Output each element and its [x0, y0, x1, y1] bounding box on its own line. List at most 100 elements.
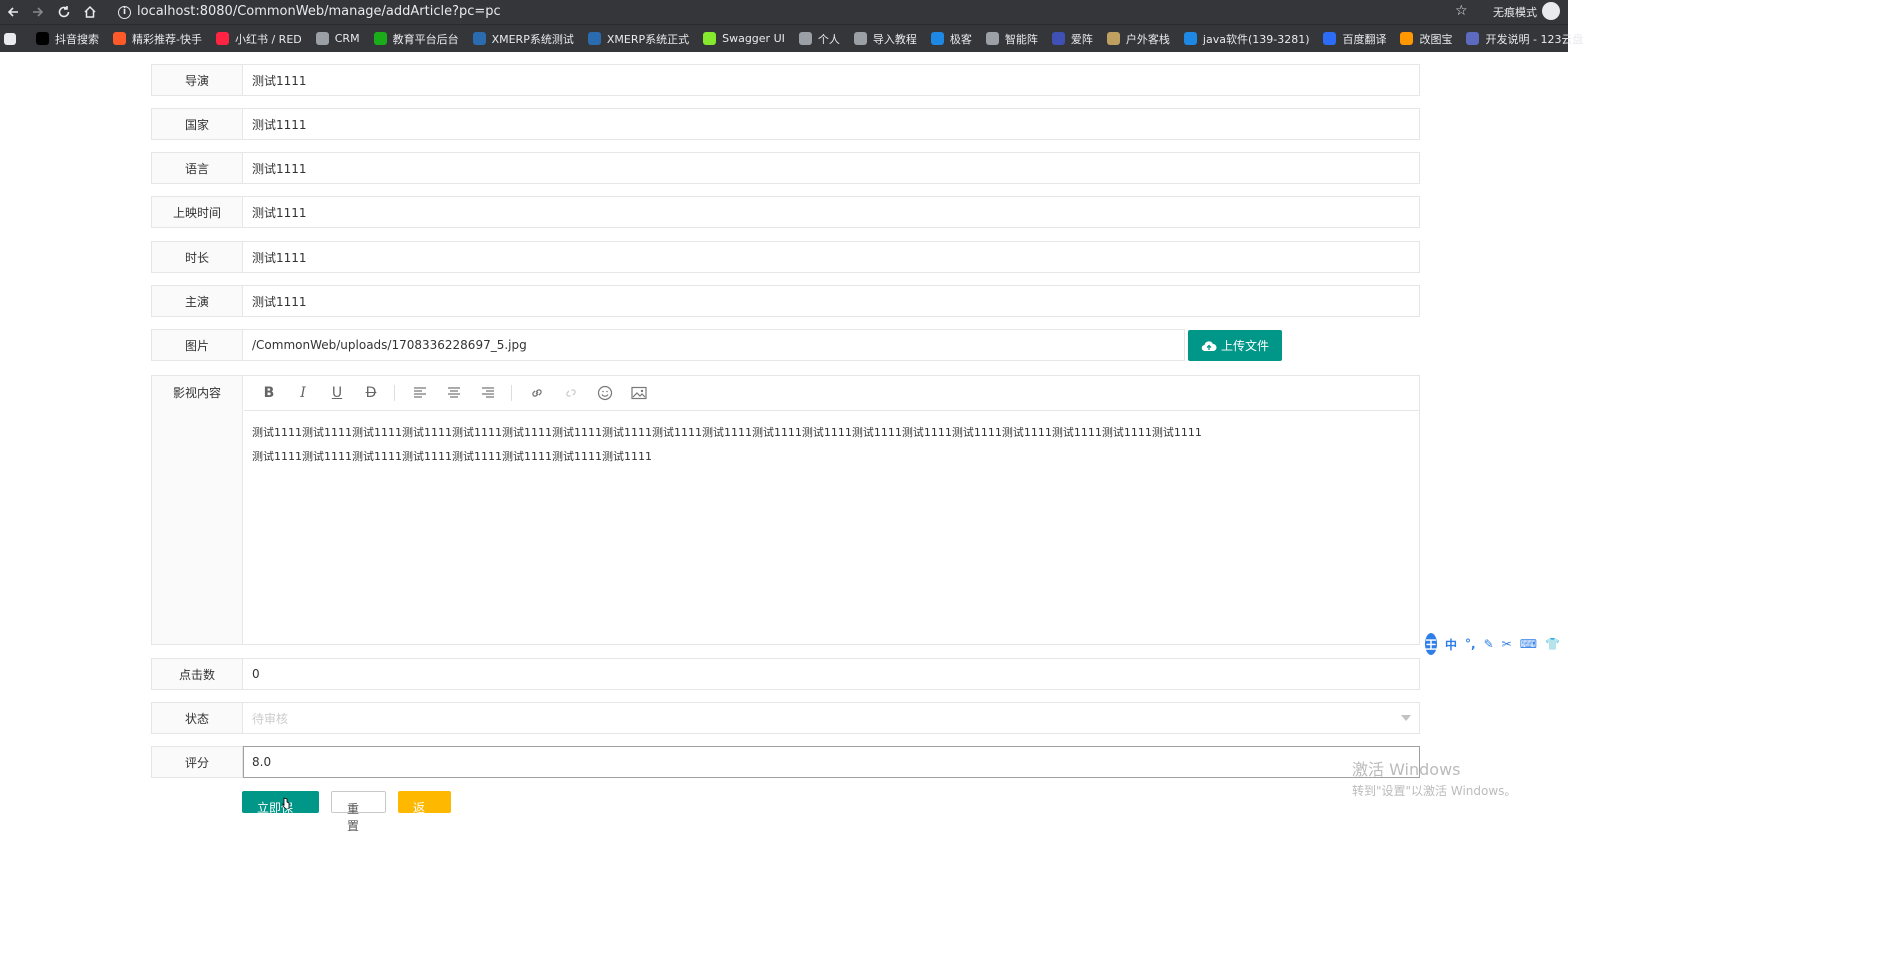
ime-logo-icon[interactable]: 王	[1425, 633, 1438, 655]
field-row-country: 国家 测试1111	[151, 108, 1420, 140]
clicks-input[interactable]: 0	[252, 659, 260, 689]
rating-input[interactable]: 8.0	[252, 747, 271, 777]
incognito-icon[interactable]	[1542, 2, 1560, 20]
incognito-label[interactable]: 无痕模式	[1493, 4, 1537, 20]
bookmark-item[interactable]: 精彩推荐-快手	[113, 31, 202, 47]
address-bar[interactable]: i localhost:8080/CommonWeb/manage/addArt…	[118, 3, 501, 21]
emoji-icon[interactable]	[594, 382, 616, 404]
content-editor[interactable]: 测试1111测试1111测试1111测试1111测试1111测试1111测试11…	[252, 421, 1411, 469]
field-row-director: 导演 测试1111	[151, 64, 1420, 96]
align-center-icon[interactable]	[443, 382, 465, 404]
url-text: localhost:8080/CommonWeb/manage/addArtic…	[137, 4, 501, 19]
back-button[interactable]: 返回	[398, 791, 451, 832]
field-row-image: 图片 /CommonWeb/uploads/1708336228697_5.jp…	[151, 329, 1185, 361]
bookmark-item[interactable]: 教育平台后台	[373, 31, 459, 47]
unlink-icon[interactable]	[560, 382, 582, 404]
focus-ring	[243, 746, 1420, 778]
bookmark-favicon-icon	[1400, 32, 1414, 45]
field-label: 时长	[152, 242, 243, 272]
italic-icon[interactable]: I	[292, 382, 314, 404]
field-label: 上映时间	[152, 197, 243, 227]
link-icon[interactable]	[526, 382, 548, 404]
align-right-icon[interactable]	[477, 382, 499, 404]
field-row-rating: 评分 8.0	[151, 746, 1420, 778]
bookmark-item[interactable]: 开发说明 - 123云盘	[1466, 31, 1583, 47]
field-label: 主演	[152, 286, 243, 316]
director-input[interactable]: 测试1111	[252, 65, 307, 95]
bookmark-favicon-icon	[798, 32, 812, 45]
bookmark-label: 爱阵	[1070, 32, 1093, 46]
release-date-input[interactable]: 测试1111	[252, 197, 307, 227]
bookmark-item[interactable]: 小红书 / RED	[215, 31, 302, 47]
home-icon[interactable]	[81, 3, 99, 21]
bookmark-item[interactable]: 户外客栈	[1106, 31, 1170, 47]
align-left-icon[interactable]	[409, 382, 431, 404]
reload-icon[interactable]	[55, 3, 73, 21]
bookmark-label: 个人	[817, 32, 840, 46]
bold-icon[interactable]: B	[258, 382, 280, 404]
bookmark-item[interactable]: 极客	[930, 31, 972, 47]
bookmark-item[interactable]: Swagger UI	[703, 32, 785, 45]
windows-activation-watermark: 激活 Windows 转到"设置"以激活 Windows。	[1352, 756, 1516, 799]
bookmark-item[interactable]: CRM	[315, 32, 360, 45]
ime-scissors-icon[interactable]: ✂	[1502, 637, 1512, 651]
bookmark-item[interactable]: XMERP系统正式	[587, 31, 689, 47]
content-editor-row: 影视内容 B I U D 测试1111测试1111测试1111测试1111测试1…	[151, 375, 1420, 645]
back-arrow-icon[interactable]	[4, 3, 22, 21]
bookmark-favicon-icon	[1183, 32, 1197, 45]
ime-skin-icon[interactable]: 👕	[1545, 637, 1560, 651]
ime-punct-icon[interactable]: °,	[1465, 637, 1476, 651]
forward-arrow-icon[interactable]	[29, 3, 47, 21]
watermark-subtitle: 转到"设置"以激活 Windows。	[1352, 784, 1517, 798]
bookmark-favicon-icon	[1106, 32, 1120, 45]
bookmark-label: 智能阵	[1004, 32, 1038, 46]
apps-icon[interactable]	[4, 32, 22, 45]
bookmark-label: 户外客栈	[1125, 32, 1170, 46]
cloud-upload-icon	[1201, 340, 1217, 351]
bookmark-label: java软件(139-3281)	[1202, 32, 1310, 46]
bookmark-item[interactable]: 智能阵	[985, 31, 1038, 47]
ime-keyboard-icon[interactable]: ⌨	[1520, 637, 1537, 651]
bookmark-item[interactable]: 改图宝	[1400, 31, 1452, 47]
save-button[interactable]: 立即保存	[242, 791, 319, 832]
bookmark-item[interactable]: 个人	[798, 31, 840, 47]
bookmark-item[interactable]: 抖音搜索	[36, 31, 99, 47]
ime-mode-icon[interactable]: 中	[1445, 636, 1457, 653]
upload-file-button[interactable]: 上传文件	[1188, 330, 1282, 361]
bookmark-item[interactable]: 百度翻译	[1323, 31, 1386, 47]
bookmark-item[interactable]: java软件(139-3281)	[1183, 31, 1310, 47]
language-input[interactable]: 测试1111	[252, 153, 307, 183]
field-label: 语言	[152, 153, 243, 183]
bookmark-item[interactable]: XMERP系统测试	[472, 31, 574, 47]
field-label: 国家	[152, 109, 243, 139]
bookmark-favicon-icon	[1466, 32, 1480, 45]
info-icon[interactable]: i	[118, 5, 131, 19]
bookmark-label: 抖音搜索	[55, 32, 99, 46]
underline-icon[interactable]: U	[326, 382, 348, 404]
bookmark-favicon-icon	[703, 32, 717, 45]
cast-input[interactable]: 测试1111	[252, 286, 307, 316]
content-line: 测试1111测试1111测试1111测试1111测试1111测试1111测试11…	[252, 426, 1202, 439]
status-select[interactable]: 待审核	[252, 703, 288, 733]
toolbar-divider	[511, 385, 512, 401]
bookmark-item[interactable]: 导入教程	[853, 31, 917, 47]
image-path-input[interactable]: /CommonWeb/uploads/1708336228697_5.jpg	[252, 330, 527, 360]
image-icon[interactable]	[628, 382, 650, 404]
reset-button[interactable]: 重置	[331, 791, 386, 833]
bookmark-item[interactable]: 爱阵	[1051, 31, 1093, 47]
bookmark-favicon-icon	[853, 32, 867, 45]
country-input[interactable]: 测试1111	[252, 109, 307, 139]
field-row-duration: 时长 测试1111	[151, 241, 1420, 273]
bookmark-favicon-icon	[587, 32, 601, 45]
bookmark-favicon-icon	[985, 32, 999, 45]
bookmark-label: 导入教程	[872, 32, 917, 46]
browser-toolbar: i localhost:8080/CommonWeb/manage/addArt…	[0, 0, 1568, 24]
field-row-clicks: 点击数 0	[151, 658, 1420, 690]
strikethrough-icon[interactable]: D	[360, 382, 382, 404]
chevron-down-icon[interactable]	[1401, 715, 1411, 721]
bookmark-star-icon[interactable]: ☆	[1455, 3, 1471, 19]
ime-pen-icon[interactable]: ✎	[1484, 637, 1494, 651]
duration-input[interactable]: 测试1111	[252, 242, 307, 272]
field-row-cast: 主演 测试1111	[151, 285, 1420, 317]
bookmark-favicon-icon	[215, 32, 229, 45]
